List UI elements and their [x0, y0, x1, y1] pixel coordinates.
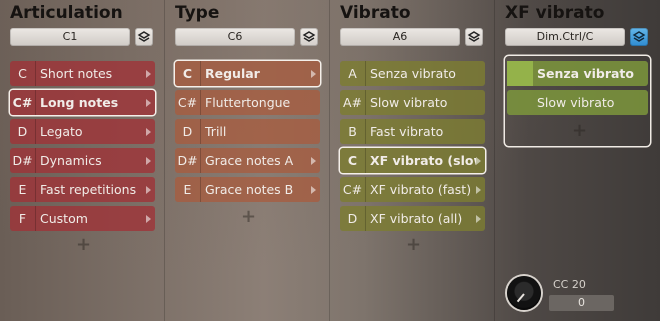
- xf-row-senza[interactable]: Senza vibrato: [507, 61, 648, 86]
- type-title: Type: [175, 3, 220, 23]
- vibrato-row-xf-slow[interactable]: C XF vibrato (slow): [340, 148, 485, 173]
- vibrato-row-slow[interactable]: A# Slow vibrato: [340, 90, 485, 115]
- chevron-right-icon: [146, 69, 151, 78]
- xf-vibrato-column: XF vibrato Dim.Ctrl/C: [495, 0, 660, 321]
- key-label: B: [340, 119, 366, 144]
- key-label: D: [340, 206, 366, 231]
- articulation-column: Articulation C1 C Short notes C# Long no…: [0, 0, 165, 321]
- chevron-right-icon: [476, 185, 481, 194]
- xf-row-slow[interactable]: Slow vibrato: [507, 90, 648, 115]
- layers-icon[interactable]: [465, 28, 483, 46]
- key-label: C#: [340, 177, 366, 202]
- row-label: Short notes: [40, 66, 113, 81]
- row-label: XF vibrato (fast): [370, 182, 472, 197]
- add-xf-button[interactable]: +: [572, 120, 587, 141]
- articulation-row-dynamics[interactable]: D# Dynamics: [10, 148, 155, 173]
- articulation-row-short-notes[interactable]: C Short notes: [10, 61, 155, 86]
- row-label: Long notes: [40, 95, 119, 110]
- vibrato-row-xf-fast[interactable]: C# XF vibrato (fast): [340, 177, 485, 202]
- articulation-row-custom[interactable]: F Custom: [10, 206, 155, 231]
- row-label: Senza vibrato: [537, 66, 634, 81]
- xf-vibrato-key-field[interactable]: Dim.Ctrl/C: [505, 28, 625, 46]
- chevron-right-icon: [146, 185, 151, 194]
- row-label: Fast repetitions: [40, 182, 137, 197]
- add-type-button[interactable]: +: [241, 206, 256, 227]
- articulation-key-field[interactable]: C1: [10, 28, 130, 46]
- row-label: Senza vibrato: [370, 66, 456, 81]
- row-label: Fluttertongue: [205, 95, 291, 110]
- layers-icon[interactable]: [630, 28, 648, 46]
- key-label: C#: [10, 90, 36, 115]
- row-label: Dynamics: [40, 153, 102, 168]
- articulation-row-fast-repetitions[interactable]: E Fast repetitions: [10, 177, 155, 202]
- row-label: Legato: [40, 124, 83, 139]
- row-label: XF vibrato (slow): [370, 153, 476, 168]
- type-column: Type C6 C Regular C# Fluttertongue D Tri…: [165, 0, 330, 321]
- chevron-right-icon: [146, 214, 151, 223]
- row-label: Grace notes A: [205, 153, 294, 168]
- chevron-right-icon: [146, 127, 151, 136]
- vibrato-row-xf-all[interactable]: D XF vibrato (all): [340, 206, 485, 231]
- row-label: Custom: [40, 211, 88, 226]
- key-label: C: [10, 61, 36, 86]
- key-label: D#: [10, 148, 36, 173]
- key-label: E: [175, 177, 201, 202]
- key-label: A: [340, 61, 366, 86]
- type-row-trill[interactable]: D Trill: [175, 119, 320, 144]
- articulation-row-legato[interactable]: D Legato: [10, 119, 155, 144]
- articulation-row-long-notes[interactable]: C# Long notes: [10, 90, 155, 115]
- row-label: Slow vibrato: [537, 95, 615, 110]
- type-row-grace-notes-b[interactable]: E Grace notes B: [175, 177, 320, 202]
- key-label: C: [175, 61, 201, 86]
- chevron-right-icon: [311, 69, 316, 78]
- chevron-right-icon: [146, 98, 151, 107]
- type-row-fluttertongue[interactable]: C# Fluttertongue: [175, 90, 320, 115]
- cc-value-field[interactable]: 0: [549, 295, 614, 311]
- key-label: D#: [175, 148, 201, 173]
- add-articulation-button[interactable]: +: [76, 234, 91, 255]
- layers-icon[interactable]: [135, 28, 153, 46]
- vibrato-column: Vibrato A6 A Senza vibrato A# Slow vibra…: [330, 0, 495, 321]
- cc-knob[interactable]: [507, 276, 541, 310]
- key-label: C#: [175, 90, 201, 115]
- type-row-grace-notes-a[interactable]: D# Grace notes A: [175, 148, 320, 173]
- key-label: F: [10, 206, 36, 231]
- chevron-right-icon: [146, 156, 151, 165]
- vibrato-title: Vibrato: [340, 3, 411, 23]
- key-label: A#: [340, 90, 366, 115]
- row-label: Fast vibrato: [370, 124, 444, 139]
- row-label: Grace notes B: [205, 182, 294, 197]
- key-label: D: [10, 119, 36, 144]
- articulation-title: Articulation: [10, 3, 123, 23]
- row-label: Slow vibrato: [370, 95, 448, 110]
- vibrato-row-fast[interactable]: B Fast vibrato: [340, 119, 485, 144]
- key-label: E: [10, 177, 36, 202]
- row-label: Regular: [205, 66, 260, 81]
- chevron-right-icon: [311, 156, 316, 165]
- add-vibrato-button[interactable]: +: [406, 234, 421, 255]
- color-swatch: [507, 90, 533, 115]
- type-key-field[interactable]: C6: [175, 28, 295, 46]
- row-label: Trill: [205, 124, 227, 139]
- chevron-right-icon: [311, 185, 316, 194]
- xf-vibrato-title: XF vibrato: [505, 3, 605, 23]
- type-row-regular[interactable]: C Regular: [175, 61, 320, 86]
- chevron-right-icon: [476, 214, 481, 223]
- cc-label: CC 20: [553, 278, 586, 291]
- layers-icon[interactable]: [300, 28, 318, 46]
- vibrato-key-field[interactable]: A6: [340, 28, 460, 46]
- chevron-right-icon: [476, 156, 481, 165]
- vibrato-row-senza[interactable]: A Senza vibrato: [340, 61, 485, 86]
- color-swatch: [507, 61, 533, 86]
- row-label: XF vibrato (all): [370, 211, 463, 226]
- key-label: C: [340, 148, 366, 173]
- key-label: D: [175, 119, 201, 144]
